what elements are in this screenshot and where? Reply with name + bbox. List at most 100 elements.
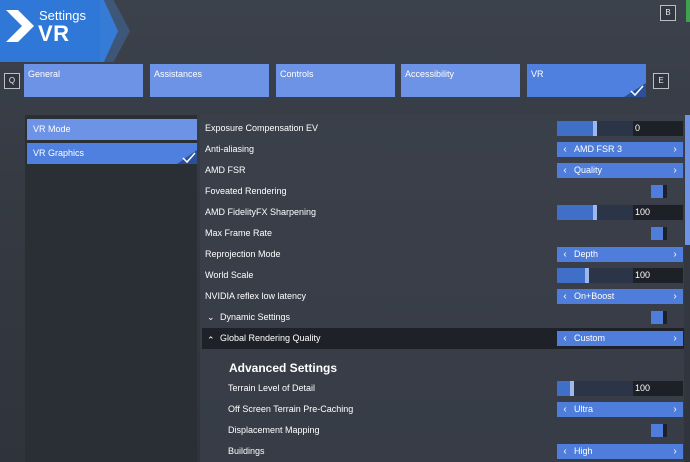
anti-aliasing-selector[interactable]: ‹ AMD FSR 3 › — [557, 142, 683, 157]
slider-fill — [557, 268, 587, 283]
selector-value: Quality — [574, 165, 603, 175]
setting-row-nvidia-reflex[interactable]: NVIDIA reflex low latency ‹ On+Boost › — [202, 286, 684, 307]
slider-knob[interactable] — [570, 381, 574, 396]
arrow-right-icon[interactable]: › — [669, 331, 681, 346]
selector-value: On+Boost — [574, 291, 615, 301]
setting-label: World Scale — [205, 270, 254, 280]
tab-label: Accessibility — [405, 69, 455, 79]
tab-label: Assistances — [154, 69, 203, 79]
setting-row-displacement-mapping[interactable]: Displacement Mapping — [202, 420, 684, 441]
world-scale-slider[interactable]: 100 — [557, 268, 683, 283]
arrow-left-icon[interactable]: ‹ — [559, 444, 571, 459]
setting-row-world-scale[interactable]: World Scale 100 — [202, 265, 684, 286]
arrow-left-icon[interactable]: ‹ — [559, 402, 571, 417]
toggle-indicator — [651, 227, 663, 240]
slider-knob[interactable] — [593, 205, 597, 220]
tab-next-key-hint[interactable]: E — [653, 73, 669, 89]
slider-knob[interactable] — [593, 121, 597, 136]
window-edge — [686, 0, 690, 22]
setting-row-terrain-lod[interactable]: Terrain Level of Detail 100 — [202, 378, 684, 399]
setting-row-reprojection-mode[interactable]: Reprojection Mode ‹ Depth › — [202, 244, 684, 265]
arrow-left-icon[interactable]: ‹ — [559, 163, 571, 178]
arrow-left-icon[interactable]: ‹ — [559, 247, 571, 262]
max-frame-rate-toggle[interactable] — [651, 227, 667, 240]
setting-row-foveated-rendering[interactable]: Foveated Rendering — [202, 181, 684, 202]
arrow-right-icon[interactable]: › — [669, 289, 681, 304]
header-banner-accent — [100, 0, 130, 62]
setting-row-offscreen-caching[interactable]: Off Screen Terrain Pre-Caching ‹ Ultra › — [202, 399, 684, 420]
setting-label: NVIDIA reflex low latency — [205, 291, 307, 301]
setting-row-exposure[interactable]: Exposure Compensation EV 0 — [202, 118, 684, 139]
terrain-lod-slider[interactable]: 100 — [557, 381, 683, 396]
setting-label: Global Rendering Quality — [220, 333, 321, 343]
amd-fsr-selector[interactable]: ‹ Quality › — [557, 163, 683, 178]
setting-row-sharpening[interactable]: AMD FidelityFX Sharpening 100 — [202, 202, 684, 223]
tab-label: VR — [531, 69, 544, 79]
setting-label: AMD FSR — [205, 165, 246, 175]
arrow-right-icon[interactable]: › — [669, 142, 681, 157]
chevron-down-icon[interactable]: ⌄ — [207, 307, 215, 328]
setting-label: Dynamic Settings — [220, 312, 291, 322]
arrow-right-icon[interactable]: › — [669, 247, 681, 262]
setting-label: Exposure Compensation EV — [205, 123, 319, 133]
back-key-hint[interactable]: B — [660, 5, 676, 21]
chevron-logo-icon — [6, 10, 34, 42]
selector-value: Depth — [574, 249, 599, 259]
setting-row-buildings[interactable]: Buildings ‹ High › — [202, 441, 684, 462]
setting-label: Displacement Mapping — [228, 425, 320, 435]
toggle-indicator — [651, 185, 663, 198]
setting-label: AMD FidelityFX Sharpening — [205, 207, 317, 217]
tab-general[interactable]: General — [24, 64, 143, 97]
setting-label: Off Screen Terrain Pre-Caching — [228, 404, 354, 414]
tab-vr[interactable]: VR — [527, 64, 646, 97]
tab-accessibility[interactable]: Accessibility — [401, 64, 520, 97]
reprojection-selector[interactable]: ‹ Depth › — [557, 247, 683, 262]
setting-label: Buildings — [228, 446, 265, 456]
setting-row-max-frame-rate[interactable]: Max Frame Rate — [202, 223, 684, 244]
setting-label: Foveated Rendering — [205, 186, 287, 196]
scrollbar[interactable] — [685, 115, 690, 245]
arrow-left-icon[interactable]: ‹ — [559, 289, 571, 304]
slider-value: 100 — [635, 383, 651, 393]
tab-prev-key-hint[interactable]: Q — [4, 73, 20, 89]
chevron-up-icon[interactable]: ⌃ — [207, 330, 215, 351]
setting-row-global-rendering-quality[interactable]: ⌃ Global Rendering Quality ‹ Custom › — [202, 328, 684, 349]
sharpening-slider[interactable]: 100 — [557, 205, 683, 220]
page-subtitle: VR — [38, 21, 70, 46]
nvidia-reflex-selector[interactable]: ‹ On+Boost › — [557, 289, 683, 304]
setting-row-anti-aliasing[interactable]: Anti-aliasing ‹ AMD FSR 3 › — [202, 139, 684, 160]
tab-label: General — [28, 69, 61, 79]
tab-assistances[interactable]: Assistances — [150, 64, 269, 97]
slider-track — [557, 205, 633, 220]
advanced-settings-heading: Advanced Settings — [229, 361, 338, 375]
offscreen-caching-selector[interactable]: ‹ Ultra › — [557, 402, 683, 417]
tab-controls[interactable]: Controls — [276, 64, 395, 97]
buildings-selector[interactable]: ‹ High › — [557, 444, 683, 459]
selector-value: High — [574, 446, 593, 456]
sidebar-item-vr-graphics[interactable]: VR Graphics — [27, 143, 197, 164]
arrow-left-icon[interactable]: ‹ — [559, 142, 571, 157]
arrow-left-icon[interactable]: ‹ — [559, 331, 571, 346]
setting-row-dynamic-settings[interactable]: ⌄ Dynamic Settings — [202, 307, 684, 328]
arrow-right-icon[interactable]: › — [669, 163, 681, 178]
setting-label: Max Frame Rate — [205, 228, 273, 238]
displacement-toggle[interactable] — [651, 424, 667, 437]
selector-value: Ultra — [574, 404, 594, 414]
selector-value: AMD FSR 3 — [574, 144, 623, 154]
slider-knob[interactable] — [585, 268, 589, 283]
tab-label: Controls — [280, 69, 314, 79]
exposure-slider[interactable]: 0 — [557, 121, 683, 136]
setting-row-amd-fsr[interactable]: AMD FSR ‹ Quality › — [202, 160, 684, 181]
slider-track — [557, 268, 633, 283]
toggle-indicator — [651, 424, 663, 437]
setting-label: Anti-aliasing — [205, 144, 255, 154]
selector-value: Custom — [574, 333, 606, 343]
setting-label: Reprojection Mode — [205, 249, 281, 259]
slider-value: 100 — [635, 270, 651, 280]
dynamic-settings-toggle[interactable] — [651, 311, 667, 324]
arrow-right-icon[interactable]: › — [669, 444, 681, 459]
sidebar-item-vr-mode[interactable]: VR Mode — [27, 119, 197, 140]
foveated-toggle[interactable] — [651, 185, 667, 198]
global-quality-selector[interactable]: ‹ Custom › — [557, 331, 683, 346]
arrow-right-icon[interactable]: › — [669, 402, 681, 417]
